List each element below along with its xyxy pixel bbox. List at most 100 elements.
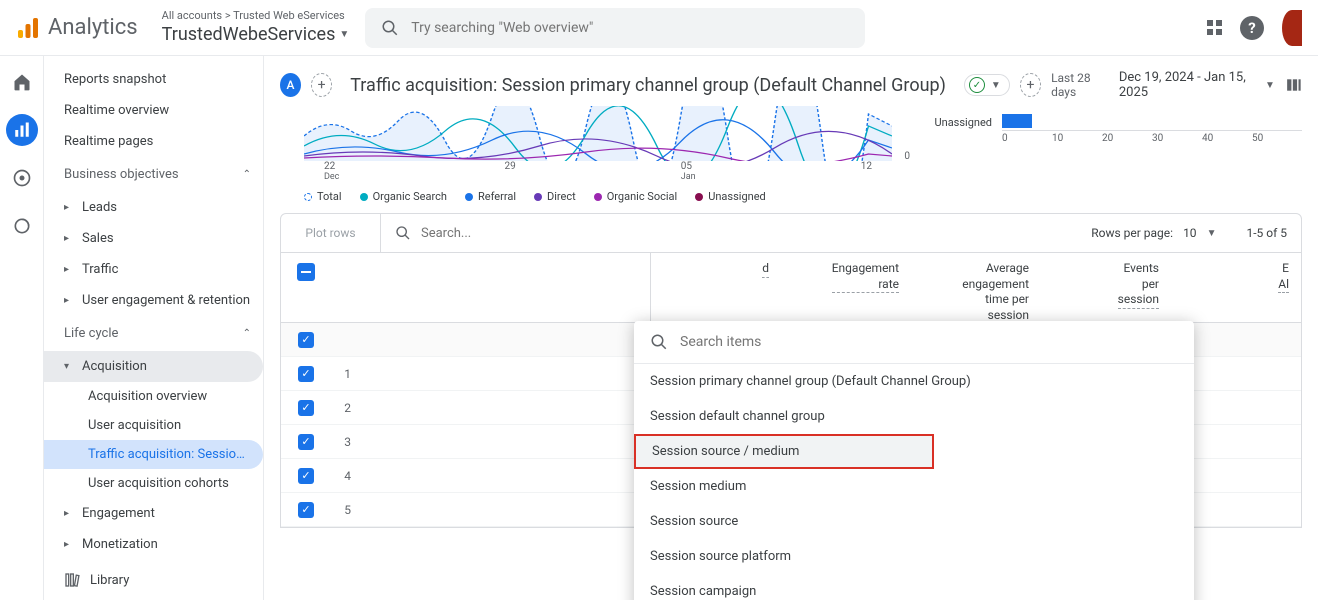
library-icon [64,572,80,588]
sidebar-item-engagement[interactable]: ▸Engagement [44,498,263,529]
chevron-up-icon: ⌃ [243,169,251,180]
sidebar-section-lifecycle[interactable]: Life cycle⌃ [44,316,263,351]
table-toolbar: Plot rows Rows per page: 10 ▼ 1-5 of 5 [280,213,1302,253]
apps-icon[interactable] [1207,20,1222,35]
chevron-down-icon: ▼ [1265,80,1275,91]
header-actions: ? [1207,10,1302,46]
dropdown-item[interactable]: Session medium [634,469,1194,504]
metric-header[interactable]: Engagementrate [781,253,911,322]
legend-item[interactable]: Organic Social [594,190,678,203]
dropdown-item[interactable]: Session primary channel group (Default C… [634,364,1194,399]
dropdown-item[interactable]: Session source platform [634,539,1194,574]
report-status-pill[interactable]: ✓ ▼ [964,74,1010,96]
metric-header[interactable]: Averageengagementtime persession [911,253,1041,322]
compare-icon[interactable] [1285,73,1302,97]
date-range-picker[interactable]: Last 28 days Dec 19, 2024 - Jan 15, 2025… [1051,70,1302,100]
dropdown-search-input[interactable] [680,334,1178,350]
rpp-value[interactable]: 10 [1183,226,1197,240]
row-checkbox[interactable]: ✓ [281,434,331,450]
dimension-header[interactable] [331,253,651,322]
bar-fill [1002,114,1032,128]
dropdown-search[interactable] [634,321,1194,364]
rail-explore-icon[interactable] [6,162,38,194]
table-header-row: dEngagementrateAverageengagementtime per… [281,253,1301,323]
property-name: TrustedWebeServices▼ [162,23,350,46]
analytics-logo-icon [16,16,40,40]
x-axis-ticks: 22Dec2905Jan12 [304,161,892,182]
row-checkbox[interactable]: ✓ [281,502,331,518]
sidebar-item-acquisition[interactable]: ▾Acquisition [44,351,263,382]
legend-item[interactable]: Organic Search [360,190,447,203]
table-search[interactable] [381,225,1091,241]
bar-chart: Unassigned 01020304050 [922,106,1302,176]
sidebar-item-realtime-overview[interactable]: Realtime overview [44,95,263,126]
dropdown-item[interactable]: Session campaign [634,574,1194,600]
product-name: Analytics [48,15,138,40]
report-title: Traffic acquisition: Session primary cha… [350,75,946,96]
row-checkbox[interactable]: ✓ [281,400,331,416]
line-chart: 0 22Dec2905Jan12 [304,106,892,176]
audience-chip[interactable]: A [280,73,301,97]
help-icon[interactable]: ? [1240,16,1264,40]
rail-reports-icon[interactable] [6,114,38,146]
product-logo[interactable]: Analytics [16,15,138,40]
metric-header[interactable]: d [651,253,781,322]
dropdown-item[interactable]: Session default channel group [634,399,1194,434]
sidebar-item-traffic[interactable]: ▸Traffic [44,254,263,285]
global-search-input[interactable] [411,20,849,36]
plot-rows-button[interactable]: Plot rows [281,214,381,252]
chevron-up-icon: ⌃ [243,328,251,339]
add-filter-button[interactable]: + [1020,73,1041,97]
legend-item[interactable]: Unassigned [695,190,766,203]
chart-legend: Total Organic Search Referral Direct Organic… [264,184,1318,213]
legend-item[interactable]: Total [304,190,342,203]
legend-item[interactable]: Direct [534,190,576,203]
sidebar-item-leads[interactable]: ▸Leads [44,192,263,223]
dropdown-item[interactable]: Session source [634,504,1194,539]
search-icon [395,225,411,241]
sidebar-item-realtime-pages[interactable]: Realtime pages [44,126,263,157]
rail-advertising-icon[interactable] [6,210,38,242]
metric-header[interactable]: EAl [1171,253,1301,322]
row-checkbox[interactable]: ✓ [281,366,331,382]
chevron-down-icon: ▼ [339,28,349,41]
search-icon [381,19,399,37]
sidebar-item-acq-overview[interactable]: Acquisition overview [44,382,263,411]
report-header: A + Traffic acquisition: Session primary… [264,56,1318,106]
sidebar-item-engagement-retention[interactable]: ▸User engagement & retention [44,285,263,316]
select-all-checkbox[interactable] [281,253,331,322]
account-picker[interactable]: All accounts > Trusted Web eServices Tru… [162,9,350,47]
chevron-down-icon[interactable]: ▼ [1207,228,1217,239]
check-circle-icon: ✓ [969,77,985,93]
charts-row: 0 22Dec2905Jan12 Unassigned 01020304050 [264,106,1318,184]
global-search[interactable] [365,8,865,48]
add-comparison-button[interactable]: + [311,73,332,97]
app-header: Analytics All accounts > Trusted Web eSe… [0,0,1318,56]
account-breadcrumb: All accounts > Trusted Web eServices [162,9,350,23]
legend-item[interactable]: Referral [465,190,516,203]
table-search-input[interactable] [421,226,587,241]
chevron-down-icon: ▼ [991,80,1001,91]
sidebar-item-traffic-acq[interactable]: Traffic acquisition: Session... [44,440,263,469]
bar-label: Unassigned [922,112,992,129]
pagination-range: 1-5 of 5 [1246,226,1287,240]
sidebar-section-business[interactable]: Business objectives⌃ [44,157,263,192]
line-chart-svg [304,106,892,161]
row-checkbox[interactable]: ✓ [281,332,331,348]
sidebar-item-snapshot[interactable]: Reports snapshot [44,64,263,95]
bar-axis: 01020304050 [1002,130,1302,144]
rail-home-icon[interactable] [6,66,38,98]
sidebar-item-monetization[interactable]: ▸Monetization [44,529,263,560]
main-content: A + Traffic acquisition: Session primary… [264,56,1318,600]
avatar[interactable] [1282,10,1302,46]
sidebar-item-sales[interactable]: ▸Sales [44,223,263,254]
row-checkbox[interactable]: ✓ [281,468,331,484]
dropdown-item[interactable]: Session source / medium [634,434,934,469]
sidebar-library[interactable]: Library [64,572,129,588]
left-rail [0,56,44,600]
sidebar-item-user-acq[interactable]: User acquisition [44,411,263,440]
metric-header[interactable]: Eventspersession [1041,253,1171,322]
sidebar-item-user-acq-cohorts[interactable]: User acquisition cohorts [44,469,263,498]
dimension-dropdown: Session primary channel group (Default C… [634,321,1194,600]
rows-per-page: Rows per page: 10 ▼ 1-5 of 5 [1091,226,1301,240]
